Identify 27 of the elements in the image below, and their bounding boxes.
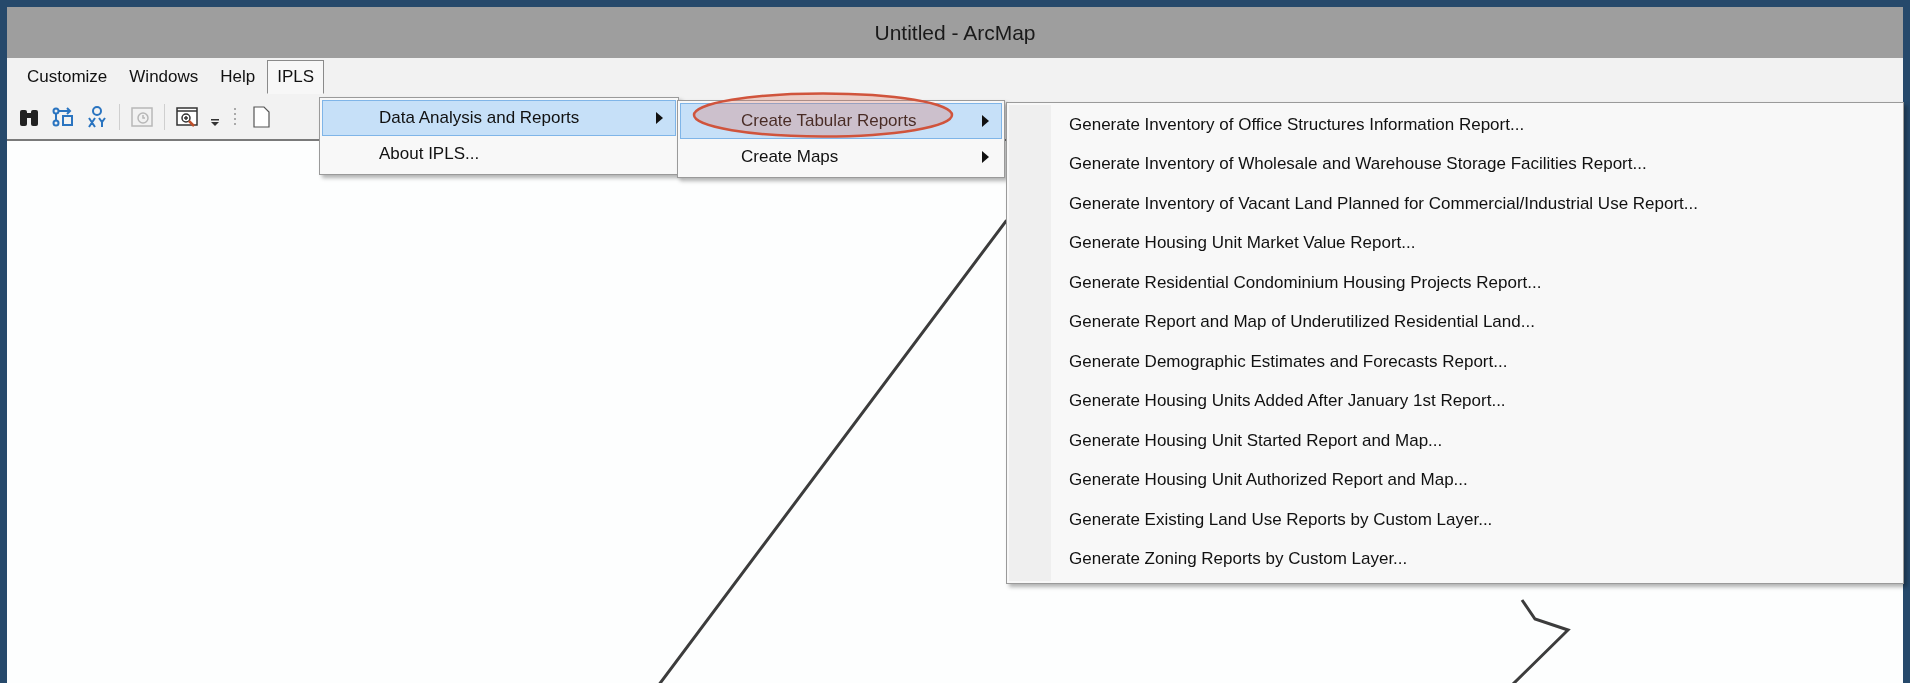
menu-item[interactable]: Create Tabular Reports <box>680 103 1002 139</box>
xy-icon[interactable] <box>85 105 109 129</box>
menu-item[interactable]: Generate Inventory of Vacant Land Planned for Commercial/Industrial Use Report... <box>1009 184 1901 224</box>
network-icon[interactable] <box>51 105 75 129</box>
menu-item[interactable]: Generate Inventory of Wholesale and Warehouse Storage Facilities Report... <box>1009 144 1901 184</box>
submenu-arrow-icon <box>982 115 989 127</box>
menu-item[interactable]: Generate Zoning Reports by Custom Layer... <box>1009 539 1901 579</box>
menu-item[interactable]: Generate Housing Unit Market Value Report... <box>1009 223 1901 263</box>
zoom-window-icon[interactable] <box>175 105 199 129</box>
menu-item[interactable]: Generate Report and Map of Underutilized Residential Land... <box>1009 302 1901 342</box>
menu-item[interactable]: Windows <box>119 59 209 94</box>
menu-item[interactable]: Generate Housing Units Added After January 1st Report... <box>1009 381 1901 421</box>
menu-item[interactable]: Generate Demographic Estimates and Forecasts Report... <box>1009 342 1901 382</box>
menu-item[interactable]: Generate Inventory of Office Structures Information Report... <box>1009 105 1901 145</box>
menu-item[interactable]: Generate Housing Unit Started Report and Map... <box>1009 421 1901 461</box>
menu-item[interactable]: Generate Residential Condominium Housing Projects Report... <box>1009 263 1901 303</box>
menu-item[interactable]: Generate Housing Unit Authorized Report and Map... <box>1009 460 1901 500</box>
submenu-arrow-icon <box>656 112 663 124</box>
menu-item[interactable]: About IPLS... <box>322 136 676 172</box>
window-title: Untitled - ArcMap <box>874 20 1036 45</box>
menu-item[interactable]: Help <box>210 59 266 94</box>
menu-item[interactable]: IPLS <box>267 59 325 94</box>
menu-item[interactable]: Customize <box>17 59 118 94</box>
menu-item[interactable]: Create Maps <box>680 139 1002 175</box>
submenu-arrow-icon <box>982 151 989 163</box>
menu-item[interactable]: Generate Existing Land Use Reports by Custom Layer... <box>1009 500 1901 540</box>
menu-item[interactable]: Data Analysis and Reports <box>322 100 676 136</box>
